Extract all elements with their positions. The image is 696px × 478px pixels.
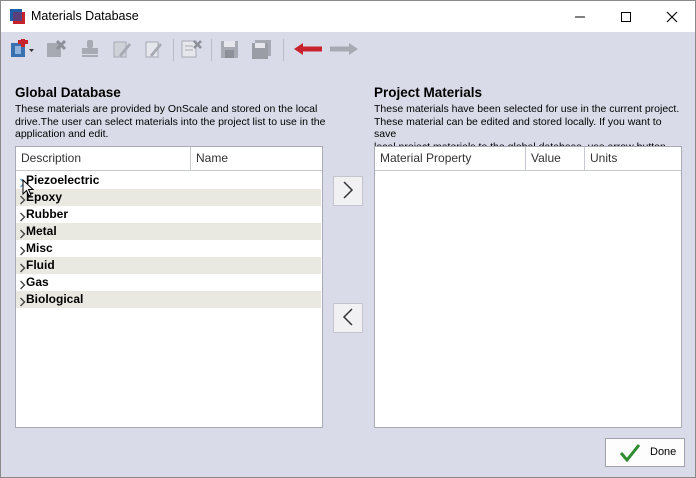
tree-item-epoxy[interactable]: Epoxy <box>16 189 321 206</box>
tree-item-label: Metal <box>26 224 57 238</box>
move-right-button[interactable] <box>327 38 361 62</box>
chevron-right-icon <box>342 180 354 202</box>
tree-item-metal[interactable]: Metal <box>16 223 321 240</box>
save-icon <box>219 39 241 62</box>
tree-item-misc[interactable]: Misc <box>16 240 321 257</box>
close-button[interactable] <box>649 1 695 32</box>
delete-material-icon <box>45 39 67 62</box>
tree-item-biological[interactable]: Biological <box>16 291 321 308</box>
column-header-units[interactable]: Units <box>585 147 681 170</box>
content-area: Global Database These materials are prov… <box>7 69 689 473</box>
project-materials-heading: Project Materials <box>374 85 483 100</box>
app-icon <box>10 8 26 24</box>
add-material-icon <box>9 36 35 62</box>
toolbar-separator <box>173 39 174 61</box>
edit-button[interactable] <box>141 38 167 62</box>
tree-item-fluid[interactable]: Fluid <box>16 257 321 274</box>
toolbar-separator <box>211 39 212 61</box>
edit-properties-icon <box>111 39 133 62</box>
tree-item-rubber[interactable]: Rubber <box>16 206 321 223</box>
column-header-description[interactable]: Description <box>16 147 191 170</box>
tree-item-label: Gas <box>26 275 49 289</box>
column-header-name[interactable]: Name <box>191 147 322 170</box>
checkmark-icon <box>619 444 641 465</box>
save-all-icon <box>250 39 274 62</box>
project-materials-table[interactable]: Material Property Value Units <box>374 146 682 428</box>
edit-icon <box>143 39 165 62</box>
done-label: Done <box>650 446 677 458</box>
global-database-description: These materials are provided by OnScale … <box>15 103 326 140</box>
add-material-button[interactable] <box>9 36 35 62</box>
toolbar <box>1 32 695 68</box>
stamp-icon <box>79 39 101 62</box>
column-header-material-property[interactable]: Material Property <box>375 147 526 170</box>
column-header-value[interactable]: Value <box>526 147 585 170</box>
global-database-heading: Global Database <box>15 85 121 100</box>
minimize-button[interactable] <box>557 1 603 32</box>
stamp-button[interactable] <box>77 38 103 62</box>
maximize-button[interactable] <box>603 1 649 32</box>
project-table-header: Material Property Value Units <box>375 147 681 171</box>
tree-item-gas[interactable]: Gas <box>16 274 321 291</box>
chevron-left-icon <box>342 307 354 329</box>
global-database-list[interactable]: Description Name Piezoelectric Epoxy Rub… <box>15 146 323 428</box>
done-button[interactable]: Done <box>605 438 685 467</box>
materials-database-window: Materials Database Global Database These… <box>0 0 696 478</box>
toolbar-separator <box>283 39 284 61</box>
tree-item-label: Piezoelectric <box>26 173 100 187</box>
tree-item-label: Biological <box>26 292 84 306</box>
save-all-button[interactable] <box>249 38 275 62</box>
tree-item-label: Fluid <box>26 258 55 272</box>
move-left-button[interactable] <box>291 38 325 62</box>
delete-material-button[interactable] <box>43 38 69 62</box>
tree-item-label: Rubber <box>26 207 68 221</box>
clear-list-button[interactable] <box>179 38 205 62</box>
remove-from-project-button[interactable] <box>333 303 363 333</box>
edit-properties-button[interactable] <box>109 38 135 62</box>
clear-list-icon <box>180 39 204 62</box>
arrow-left-icon <box>292 41 324 60</box>
arrow-right-icon <box>328 41 360 60</box>
title-bar[interactable]: Materials Database <box>1 1 695 32</box>
window-title: Materials Database <box>31 9 139 23</box>
global-list-header: Description Name <box>16 147 322 171</box>
save-button[interactable] <box>217 38 243 62</box>
tree-item-piezoelectric[interactable]: Piezoelectric <box>16 172 321 189</box>
add-to-project-button[interactable] <box>333 176 363 206</box>
tree-item-label: Misc <box>26 241 53 255</box>
mouse-cursor-icon <box>22 178 35 200</box>
